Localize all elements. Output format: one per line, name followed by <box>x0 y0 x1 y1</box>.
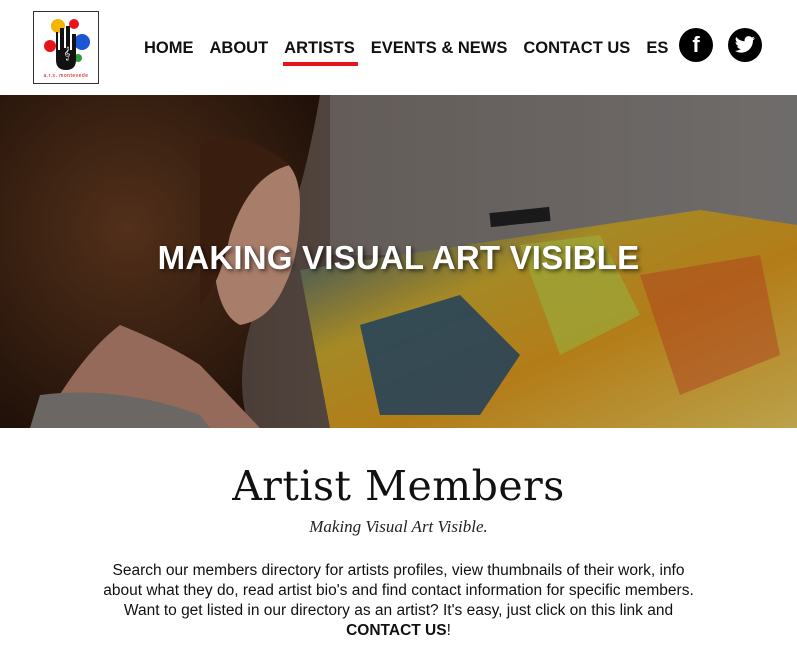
nav-events-news[interactable]: EVENTS & NEWS <box>371 39 508 58</box>
nav-about[interactable]: ABOUT <box>210 39 269 58</box>
nav-contact-us[interactable]: CONTACT US <box>523 39 630 58</box>
site-header: 𝄞 a.r.s. montevede HOME ABOUT ARTISTS EV… <box>0 0 797 95</box>
page-title: Artist Members <box>232 462 565 510</box>
site-logo[interactable]: 𝄞 a.r.s. montevede <box>33 11 99 84</box>
facebook-icon: f <box>692 32 700 57</box>
hero-title: MAKING VISUAL ART VISIBLE <box>157 239 640 276</box>
page-subtitle: Making Visual Art Visible. <box>309 517 488 536</box>
contact-suffix: ! <box>446 622 451 639</box>
contact-us-link[interactable]: CONTACT US <box>346 622 446 639</box>
twitter-button[interactable] <box>728 28 762 62</box>
nav-artists[interactable]: ARTISTS <box>283 39 358 66</box>
twitter-icon <box>734 36 755 53</box>
hero-banner: MAKING VISUAL ART VISIBLE <box>0 95 797 428</box>
main-nav: HOME ABOUT ARTISTS EVENTS & NEWS CONTACT… <box>144 36 684 66</box>
logo-caption: a.r.s. montevede <box>43 73 89 79</box>
intro-line: about what they do, read artist bio's an… <box>103 582 694 599</box>
intro-paragraph: Search our members directory for artists… <box>70 561 727 641</box>
intro-line: Search our members directory for artists… <box>112 562 685 579</box>
nav-language-es[interactable]: ES <box>646 39 668 58</box>
intro-line: Want to get listed in our directory as a… <box>123 602 674 619</box>
svg-text:𝄞: 𝄞 <box>63 46 70 60</box>
facebook-button[interactable]: f <box>679 28 713 62</box>
main-content: Artist Members Making Visual Art Visible… <box>0 428 797 656</box>
nav-home[interactable]: HOME <box>144 39 194 58</box>
